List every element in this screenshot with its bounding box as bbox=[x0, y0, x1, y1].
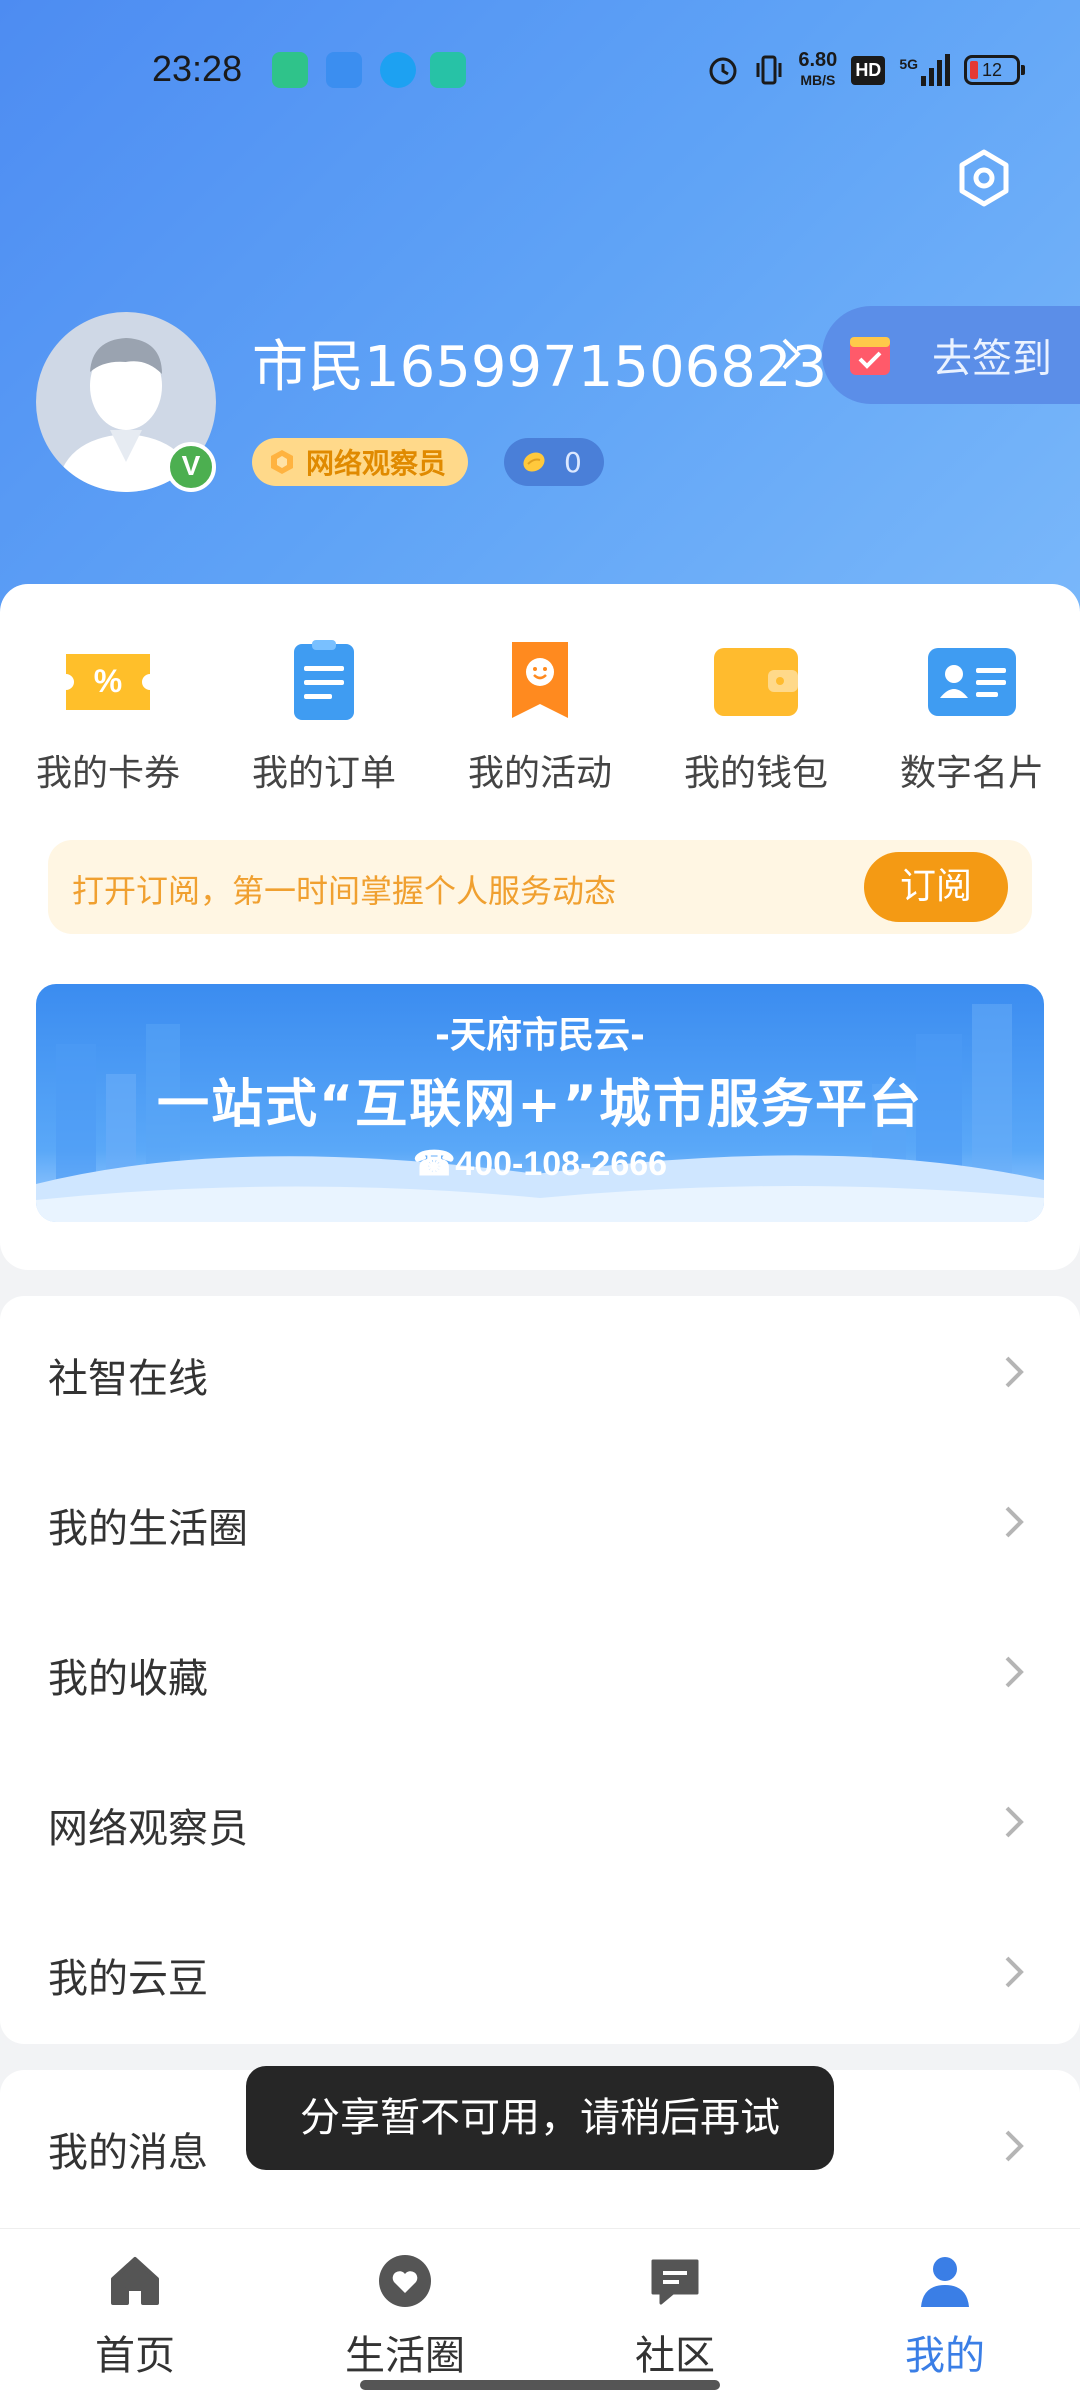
menu-item-cloud-beans[interactable]: 我的云豆 bbox=[0, 1896, 1080, 2046]
chevron-right-icon bbox=[1005, 1956, 1024, 1988]
quick-action-orders[interactable]: 我的订单 bbox=[216, 640, 432, 800]
menu-list: 社智在线 我的生活圈 我的收藏 网络观察员 我的云豆 bbox=[0, 1296, 1080, 2044]
signal-5g-icon: 5G bbox=[899, 54, 950, 86]
quick-action-label: 数字名片 bbox=[899, 753, 1044, 794]
quick-action-label: 我的钱包 bbox=[683, 753, 828, 794]
nav-tab-home[interactable]: 首页 bbox=[0, 2229, 270, 2400]
chevron-right-icon bbox=[1005, 1656, 1024, 1688]
app-notification-icon bbox=[326, 52, 362, 88]
nav-tab-mine[interactable]: 我的 bbox=[810, 2229, 1080, 2400]
vibrate-icon bbox=[756, 55, 782, 85]
menu-item-label: 我的收藏 bbox=[48, 1656, 208, 1702]
menu-item-label: 我的生活圈 bbox=[48, 1506, 248, 1552]
observer-badge-label: 网络观察员 bbox=[306, 447, 447, 480]
verified-badge: V bbox=[166, 442, 216, 492]
wallet-icon bbox=[714, 648, 798, 716]
menu-item-favorites[interactable]: 我的收藏 bbox=[0, 1596, 1080, 1746]
subscribe-button[interactable]: 订阅 bbox=[864, 852, 1008, 922]
menu-item-network-observer[interactable]: 网络观察员 bbox=[0, 1746, 1080, 1896]
chevron-right-icon bbox=[1005, 1506, 1024, 1538]
status-bar: 23:28 6.80 MB/S HD 5G 12 bbox=[0, 40, 1080, 100]
nav-tab-community[interactable]: 社区 bbox=[540, 2229, 810, 2400]
bottom-nav: 首页 生活圈 社区 我的 bbox=[0, 2228, 1080, 2400]
toast-message: 分享暂不可用，请稍后再试 bbox=[246, 2066, 834, 2170]
qq-notification-icon bbox=[380, 52, 416, 88]
subscribe-text: 打开订阅，第一时间掌握个人服务动态 bbox=[72, 872, 617, 910]
banner-title: 一站式“互联网+”城市服务平台 bbox=[157, 1075, 923, 1135]
chevron-right-icon bbox=[1005, 1356, 1024, 1388]
nav-tab-label: 社区 bbox=[635, 2333, 715, 2379]
quick-actions: % 我的卡券 我的订单 我的活动 我的钱包 数字名片 bbox=[0, 640, 1080, 800]
menu-item-life-circle[interactable]: 我的生活圈 bbox=[0, 1446, 1080, 1596]
menu-item-community-online[interactable]: 社智在线 bbox=[0, 1296, 1080, 1446]
quick-action-label: 我的活动 bbox=[467, 753, 612, 794]
home-icon bbox=[111, 2257, 159, 2305]
bean-icon bbox=[523, 452, 545, 472]
nav-tab-label: 我的 bbox=[905, 2333, 985, 2379]
menu-item-label: 我的消息 bbox=[48, 2130, 208, 2176]
banner-phone: ☎400-108-2666 bbox=[412, 1145, 668, 1183]
id-card-icon bbox=[928, 648, 1016, 716]
quick-action-id-card[interactable]: 数字名片 bbox=[864, 640, 1080, 800]
checkin-label: 去签到 bbox=[932, 336, 1052, 382]
chevron-right-icon bbox=[1005, 1806, 1024, 1838]
status-right-group: 6.80 MB/S HD 5G 12 bbox=[706, 48, 1025, 92]
chevron-right-icon bbox=[1005, 2130, 1024, 2162]
home-indicator[interactable] bbox=[360, 2380, 720, 2390]
beans-count: 0 bbox=[564, 445, 582, 479]
order-icon bbox=[294, 640, 354, 720]
promo-banner[interactable]: -天府市民云- 一站式“互联网+”城市服务平台 ☎400-108-2666 bbox=[36, 984, 1044, 1222]
nav-tab-label: 生活圈 bbox=[345, 2333, 465, 2379]
menu-item-label: 社智在线 bbox=[48, 1356, 208, 1402]
quick-action-label: 我的订单 bbox=[251, 753, 396, 794]
heart-icon bbox=[379, 2255, 431, 2307]
alarm-icon bbox=[709, 57, 737, 85]
observer-badge[interactable]: 网络观察员 bbox=[252, 438, 469, 486]
menu-item-label: 我的云豆 bbox=[48, 1956, 208, 2002]
activity-icon bbox=[512, 642, 568, 718]
message-notification-icon bbox=[430, 52, 466, 88]
quick-action-wallet[interactable]: 我的钱包 bbox=[648, 640, 864, 800]
settings-icon[interactable] bbox=[954, 148, 1014, 208]
beans-badge[interactable]: 0 bbox=[504, 438, 604, 486]
nav-tab-label: 首页 bbox=[95, 2333, 175, 2379]
hexagon-badge-icon bbox=[271, 450, 293, 474]
chevron-right-icon[interactable] bbox=[776, 334, 806, 374]
nav-tab-life-circle[interactable]: 生活圈 bbox=[270, 2229, 540, 2400]
battery-icon: 12 bbox=[964, 55, 1025, 85]
quick-action-coupons[interactable]: % 我的卡券 bbox=[0, 640, 216, 800]
subscribe-bar: 打开订阅，第一时间掌握个人服务动态 订阅 bbox=[48, 840, 1032, 934]
quick-action-activities[interactable]: 我的活动 bbox=[432, 640, 648, 800]
banner-subtitle: -天府市民云- bbox=[435, 1015, 645, 1056]
person-icon bbox=[921, 2257, 969, 2307]
battery-saver-notification-icon bbox=[272, 52, 308, 88]
net-speed: 6.80 MB/S bbox=[798, 49, 838, 88]
hd-indicator: HD bbox=[851, 55, 886, 85]
svg-text:%: % bbox=[94, 663, 122, 699]
chat-icon bbox=[651, 2259, 699, 2305]
username[interactable]: 市民1659971506823 bbox=[252, 322, 827, 403]
status-time: 23:28 bbox=[152, 48, 243, 89]
coupon-icon: % bbox=[66, 654, 150, 710]
calendar-check-icon bbox=[850, 337, 890, 375]
quick-action-label: 我的卡券 bbox=[35, 753, 180, 794]
checkin-button[interactable]: 去签到 bbox=[822, 306, 1080, 404]
menu-item-label: 网络观察员 bbox=[48, 1806, 248, 1852]
